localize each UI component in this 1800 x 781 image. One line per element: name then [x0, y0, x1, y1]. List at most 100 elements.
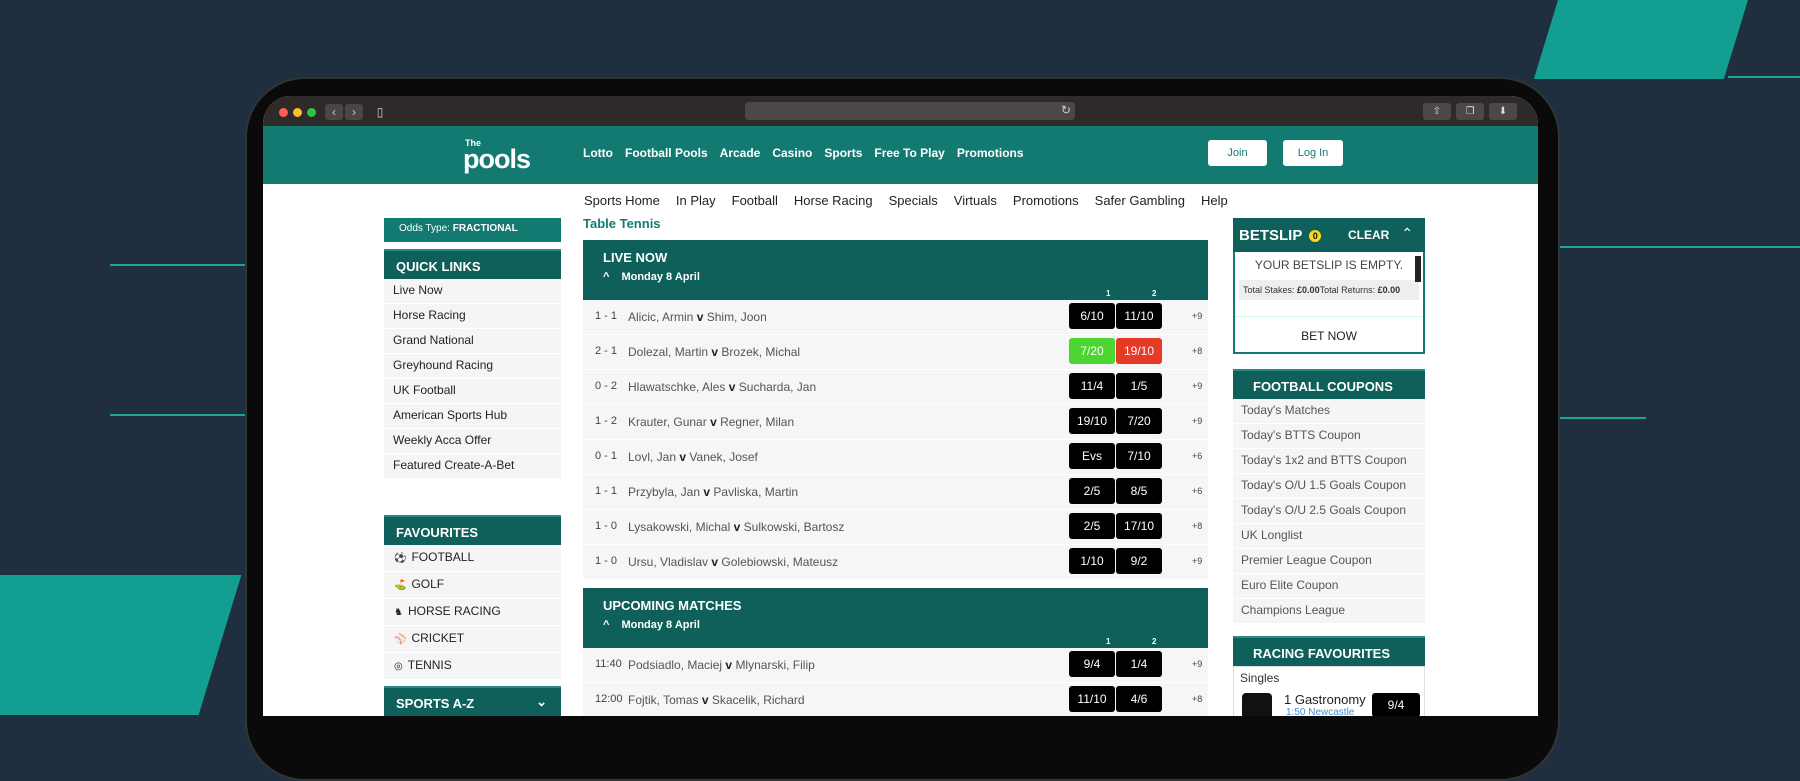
coupon-link[interactable]: Today's O/U 1.5 Goals Coupon [1233, 474, 1425, 499]
odds-type-selector[interactable]: Odds Type: FRACTIONAL [384, 218, 561, 242]
quick-link-item[interactable]: Featured Create-A-Bet [384, 454, 561, 479]
odds-button[interactable]: 9/4 [1372, 693, 1420, 716]
odds-button-2[interactable]: 4/6 [1116, 686, 1162, 712]
favourite-item[interactable]: ⛳ GOLF [384, 572, 561, 599]
odds-button-2[interactable]: 17/10 [1116, 513, 1162, 539]
nav-free-to-play[interactable]: Free To Play [874, 146, 944, 160]
nav-arcade[interactable]: Arcade [720, 146, 761, 160]
odds-button-1[interactable]: 9/4 [1069, 651, 1115, 677]
tabs-icon[interactable]: ❐ [1456, 103, 1484, 120]
nav-football-pools[interactable]: Football Pools [625, 146, 708, 160]
match-name[interactable]: Krauter, Gunar v Regner, Milan [628, 415, 794, 429]
match-name[interactable]: Lysakowski, Michal v Sulkowski, Bartosz [628, 520, 844, 534]
coupon-link[interactable]: Today's O/U 2.5 Goals Coupon [1233, 499, 1425, 524]
match-name[interactable]: Alicic, Armin v Shim, Joon [628, 310, 767, 324]
subnav-help[interactable]: Help [1201, 193, 1228, 208]
more-markets-link[interactable]: +8 [1192, 346, 1202, 356]
subnav-horse-racing[interactable]: Horse Racing [794, 193, 873, 208]
nav-casino[interactable]: Casino [772, 146, 812, 160]
nav-lotto[interactable]: Lotto [583, 146, 613, 160]
address-bar[interactable]: ↻ [745, 102, 1075, 120]
chevron-left-icon[interactable]: ‹ [325, 104, 343, 120]
coupon-link[interactable]: Today's Matches [1233, 399, 1425, 424]
odds-button-1[interactable]: 7/20 [1069, 338, 1115, 364]
quick-link-item[interactable]: Live Now [384, 279, 561, 304]
race-meeting[interactable]: 1:50 Newcastle [1286, 707, 1354, 716]
match-row[interactable]: 1 - 1 Przybyla, Jan v Pavliska, Martin 2/5… [583, 475, 1208, 510]
match-name[interactable]: Dolezal, Martin v Brozek, Michal [628, 345, 800, 359]
odds-button-2[interactable]: 9/2 [1116, 548, 1162, 574]
match-name[interactable]: Fojtik, Tomas v Skacelik, Richard [628, 693, 805, 707]
more-markets-link[interactable]: +6 [1192, 451, 1202, 461]
odds-button-2[interactable]: 1/5 [1116, 373, 1162, 399]
nav-sports[interactable]: Sports [824, 146, 862, 160]
join-button[interactable]: Join [1208, 140, 1267, 166]
chevron-right-icon[interactable]: › [345, 104, 363, 120]
match-row[interactable]: 12:00 Fojtik, Tomas v Skacelik, Richard 11… [583, 683, 1208, 716]
odds-button-1[interactable]: 11/10 [1069, 686, 1115, 712]
more-markets-link[interactable]: +8 [1192, 694, 1202, 704]
more-markets-link[interactable]: +6 [1192, 486, 1202, 496]
more-markets-link[interactable]: +9 [1192, 659, 1202, 669]
share-icon[interactable]: ⇧ [1423, 103, 1451, 120]
live-date-toggle[interactable]: ^ Monday 8 April [603, 271, 700, 283]
match-name[interactable]: Lovl, Jan v Vanek, Josef [628, 450, 758, 464]
coupon-link[interactable]: Today's BTTS Coupon [1233, 424, 1425, 449]
coupon-link[interactable]: UK Longlist [1233, 524, 1425, 549]
subnav-safer-gambling[interactable]: Safer Gambling [1095, 193, 1185, 208]
match-row[interactable]: 1 - 1 Alicic, Armin v Shim, Joon 6/10 11/10… [583, 300, 1208, 335]
sports-az-header[interactable]: SPORTS A-Z ⌄ [384, 686, 561, 716]
bet-now-button[interactable]: BET NOW [1235, 316, 1423, 343]
match-row[interactable]: 1 - 0 Lysakowski, Michal v Sulkowski, Bar… [583, 510, 1208, 545]
quick-link-item[interactable]: Weekly Acca Offer [384, 429, 561, 454]
odds-button-2[interactable]: 7/20 [1116, 408, 1162, 434]
match-name[interactable]: Ursu, Vladislav v Golebiowski, Mateusz [628, 555, 838, 569]
match-row[interactable]: 2 - 1 Dolezal, Martin v Brozek, Michal 7/2… [583, 335, 1208, 370]
match-row[interactable]: 1 - 0 Ursu, Vladislav v Golebiowski, Mate… [583, 545, 1208, 580]
more-markets-link[interactable]: +9 [1192, 311, 1202, 321]
subnav-promotions[interactable]: Promotions [1013, 193, 1079, 208]
match-row[interactable]: 1 - 2 Krauter, Gunar v Regner, Milan 19/10… [583, 405, 1208, 440]
sidebar-toggle-icon[interactable]: ▯ [371, 104, 389, 120]
more-markets-link[interactable]: +9 [1192, 556, 1202, 566]
odds-button-2[interactable]: 1/4 [1116, 651, 1162, 677]
runner-name[interactable]: 1 Gastronomy [1284, 692, 1366, 707]
favourite-item[interactable]: ⚾ CRICKET [384, 626, 561, 653]
quick-link-item[interactable]: UK Football [384, 379, 561, 404]
betslip-scrollbar[interactable] [1415, 256, 1421, 282]
more-markets-link[interactable]: +9 [1192, 381, 1202, 391]
download-icon[interactable]: ⬇ [1489, 103, 1517, 120]
reload-icon[interactable]: ↻ [1061, 103, 1071, 117]
coupon-link[interactable]: Champions League [1233, 599, 1425, 624]
favourite-item[interactable]: ⚽ FOOTBALL [384, 545, 561, 572]
favourite-item[interactable]: ◎ TENNIS [384, 653, 561, 680]
chevron-up-icon[interactable]: ⌃ [1401, 225, 1413, 242]
minimize-window-icon[interactable] [293, 108, 302, 117]
more-markets-link[interactable]: +9 [1192, 416, 1202, 426]
nav-promotions[interactable]: Promotions [957, 146, 1024, 160]
subnav-sports-home[interactable]: Sports Home [584, 193, 660, 208]
odds-button-2[interactable]: 11/10 [1116, 303, 1162, 329]
odds-button-1[interactable]: 2/5 [1069, 513, 1115, 539]
quick-link-item[interactable]: American Sports Hub [384, 404, 561, 429]
subnav-virtuals[interactable]: Virtuals [954, 193, 997, 208]
coupon-link[interactable]: Premier League Coupon [1233, 549, 1425, 574]
odds-button-1[interactable]: 1/10 [1069, 548, 1115, 574]
odds-button-1[interactable]: 6/10 [1069, 303, 1115, 329]
match-name[interactable]: Hlawatschke, Ales v Sucharda, Jan [628, 380, 816, 394]
match-row[interactable]: 0 - 1 Lovl, Jan v Vanek, Josef Evs 7/10 +6 [583, 440, 1208, 475]
upcoming-date-toggle[interactable]: ^ Monday 8 April [603, 619, 700, 631]
odds-button-1[interactable]: Evs [1069, 443, 1115, 469]
odds-button-1[interactable]: 2/5 [1069, 478, 1115, 504]
coupon-link[interactable]: Euro Elite Coupon [1233, 574, 1425, 599]
quick-link-item[interactable]: Horse Racing [384, 304, 561, 329]
odds-button-2[interactable]: 7/10 [1116, 443, 1162, 469]
odds-button-1[interactable]: 11/4 [1069, 373, 1115, 399]
subnav-football[interactable]: Football [732, 193, 778, 208]
favourite-item[interactable]: ♞ HORSE RACING [384, 599, 561, 626]
odds-button-2[interactable]: 8/5 [1116, 478, 1162, 504]
login-button[interactable]: Log In [1283, 140, 1343, 166]
odds-button-1[interactable]: 19/10 [1069, 408, 1115, 434]
quick-link-item[interactable]: Grand National [384, 329, 561, 354]
close-window-icon[interactable] [279, 108, 288, 117]
